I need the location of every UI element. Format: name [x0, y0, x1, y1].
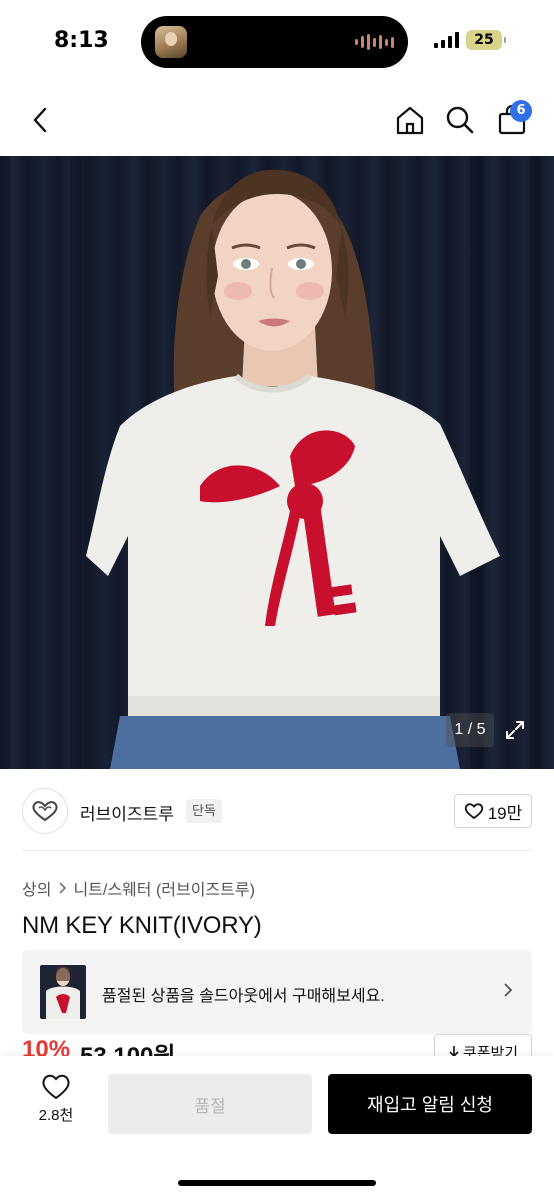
breadcrumb-item-category[interactable]: 상의 — [22, 876, 51, 900]
brand-like-button[interactable]: 19만 — [454, 794, 532, 828]
search-button[interactable] — [442, 100, 478, 140]
chevron-right-icon — [59, 882, 67, 894]
product-title: NM KEY KNIT(IVORY) — [22, 912, 262, 939]
brand-like-count: 19만 — [487, 803, 523, 823]
product-photo — [0, 156, 540, 769]
brand-logo[interactable] — [22, 788, 68, 834]
top-nav-bar — [0, 92, 554, 148]
heart-outline-icon — [464, 803, 483, 820]
heart-logo-icon — [32, 801, 58, 822]
audio-wave-icon — [355, 33, 394, 51]
chevron-right-icon — [504, 983, 513, 997]
cellular-signal-icon — [434, 32, 459, 48]
wishlist-button[interactable]: 2.8천 — [26, 1074, 86, 1134]
coupon-download-button[interactable]: 쿠폰받기 — [434, 1034, 532, 1056]
home-icon — [396, 106, 424, 135]
breadcrumb: 상의 니트/스웨터 (러브이즈트루) — [22, 876, 255, 900]
download-icon — [449, 1046, 459, 1056]
now-playing-thumbnail — [155, 26, 187, 58]
exclusive-badge: 단독 — [186, 799, 222, 823]
search-icon — [446, 106, 474, 134]
brand-name[interactable]: 러브이즈트루 — [80, 800, 174, 825]
divider — [22, 850, 532, 851]
back-button[interactable] — [22, 100, 58, 140]
status-time: 8:13 — [54, 28, 109, 53]
dynamic-island[interactable] — [141, 16, 408, 68]
discount-rate: 10% — [22, 1036, 71, 1056]
product-image[interactable] — [0, 156, 554, 769]
coupon-label: 쿠폰받기 — [462, 1044, 519, 1057]
sale-price: 53,100원 — [80, 1036, 176, 1056]
breadcrumb-item-subcategory[interactable]: 니트/스웨터 (러브이즈트루) — [73, 876, 254, 900]
wishlist-count: 2.8천 — [38, 1107, 74, 1124]
status-bar: 8:13 25 — [0, 0, 554, 84]
expand-image-button[interactable] — [498, 713, 532, 747]
price-row: 10% 53,100원 쿠폰받기 — [0, 1034, 554, 1056]
bottom-action-bar: 2.8천 품절 재입고 알림 신청 — [0, 1056, 554, 1200]
brand-row: 러브이즈트루 단독 19만 — [0, 786, 554, 834]
restock-alert-button[interactable]: 재입고 알림 신청 — [328, 1074, 532, 1134]
product-thumbnail — [40, 965, 86, 1019]
home-button[interactable] — [392, 100, 428, 140]
chevron-left-icon — [33, 107, 47, 133]
home-indicator — [178, 1180, 376, 1186]
soldout-button: 품절 — [108, 1074, 312, 1134]
thumbnail-image — [46, 966, 80, 1019]
soldout-market-banner[interactable]: 품절된 상품을 솔드아웃에서 구매해보세요. — [22, 950, 532, 1034]
battery-icon: 25 — [466, 30, 506, 50]
image-page-counter: 1 / 5 — [446, 713, 494, 747]
expand-icon — [506, 721, 524, 739]
cart-count-badge: 6 — [510, 100, 532, 122]
soldout-banner-text: 품절된 상품을 솔드아웃에서 구매해보세요. — [102, 988, 385, 1005]
heart-outline-icon — [42, 1074, 70, 1100]
